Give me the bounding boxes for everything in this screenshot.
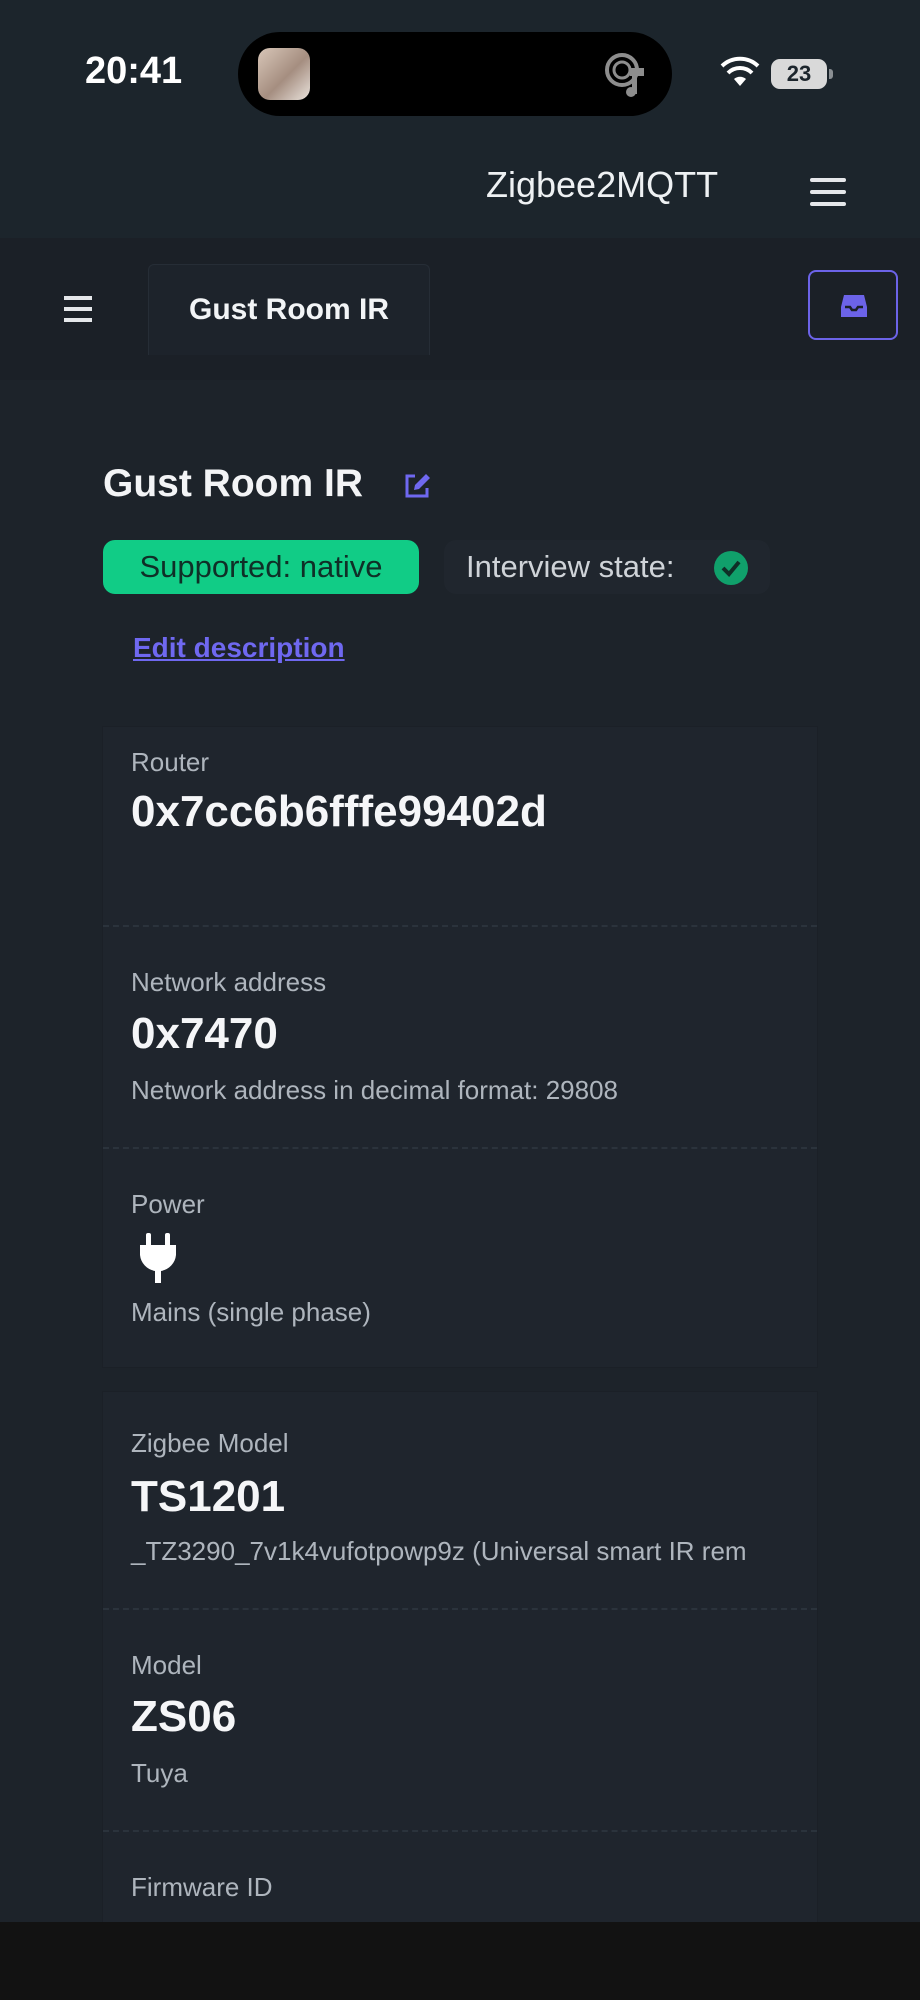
device-name: Gust Room IR — [103, 462, 363, 505]
app-menu-icon[interactable] — [810, 178, 846, 208]
router-label: Router — [131, 747, 210, 777]
nav-bar: Gust Room IR — [0, 238, 920, 380]
battery-icon: 23 — [771, 59, 827, 89]
zigbee-model-label: Zigbee Model — [131, 1428, 289, 1458]
app-title: Zigbee2MQTT — [486, 164, 719, 205]
model-cell: Model ZS06 Tuya — [103, 1610, 817, 1832]
edit-name-icon[interactable] — [402, 471, 432, 501]
wifi-icon — [720, 56, 760, 86]
inbox-icon — [841, 295, 867, 317]
router-cell: Router 0x7cc6b6fffe99402d — [103, 727, 817, 927]
zigbee-model-value: TS1201 — [131, 1472, 286, 1521]
network-address-decimal: Network address in decimal format: 29808 — [131, 1075, 619, 1105]
firmware-id-label: Firmware ID — [131, 1872, 273, 1902]
model-label: Model — [131, 1650, 202, 1680]
app-bar — [0, 148, 920, 238]
plug-icon — [140, 1233, 176, 1283]
edit-description-link[interactable]: Edit description — [133, 632, 345, 664]
dynamic-island — [238, 32, 672, 116]
power-cell: Power Mains (single phase) — [103, 1149, 817, 1367]
model-info-card: Zigbee Model TS1201 _TZ3290_7v1k4vufotpo… — [103, 1392, 817, 1932]
ieee-address: 0x7cc6b6fffe99402d — [131, 787, 547, 836]
music-icon — [605, 53, 644, 97]
network-address-cell: Network address 0x7470 Network address i… — [103, 927, 817, 1149]
battery-tip — [829, 69, 833, 79]
sidebar-toggle-icon[interactable] — [64, 296, 92, 322]
vendor-name: Tuya — [131, 1758, 188, 1788]
status-bar: 20:41 23 — [0, 0, 920, 148]
zigbee-model-cell: Zigbee Model TS1201 _TZ3290_7v1k4vufotpo… — [103, 1392, 817, 1610]
model-value: ZS06 — [131, 1692, 237, 1741]
network-info-card: Router 0x7cc6b6fffe99402d Network addres… — [103, 727, 817, 1367]
now-playing-thumbnail — [258, 48, 310, 100]
inbox-button[interactable] — [808, 270, 898, 340]
network-address-value: 0x7470 — [131, 1009, 278, 1058]
interview-state-label: Interview state: — [466, 549, 675, 584]
supported-badge: Supported: native — [103, 540, 419, 594]
bottom-bar — [0, 1922, 920, 2000]
power-label: Power — [131, 1189, 205, 1219]
tab-device[interactable]: Gust Room IR — [148, 264, 430, 355]
status-time: 20:41 — [85, 50, 183, 92]
network-address-label: Network address — [131, 967, 327, 997]
check-icon — [714, 551, 748, 585]
zigbee-manufacturer-name: _TZ3290_7v1k4vufotpowp9z (Universal smar… — [131, 1536, 747, 1566]
firmware-id-cell: Firmware ID — [103, 1832, 817, 1932]
power-source: Mains (single phase) — [131, 1297, 371, 1327]
